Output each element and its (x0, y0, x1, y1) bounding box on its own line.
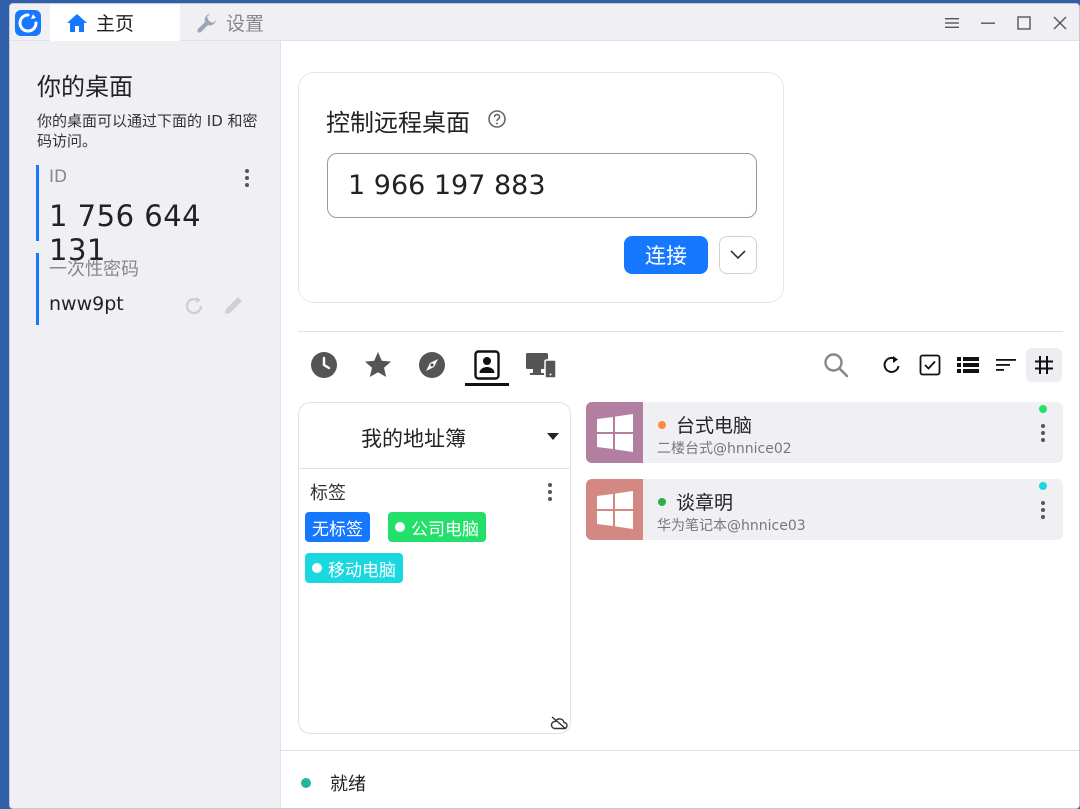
tab-settings-label: 设置 (226, 13, 265, 35)
peer-subtitle: 华为笔记本@hnnice03 (657, 518, 806, 534)
tag-label: 移动电脑 (328, 560, 396, 581)
address-book-icon (474, 350, 500, 380)
remote-id-input[interactable] (327, 153, 757, 218)
password-label: 一次性密码 (49, 259, 139, 280)
grid-hash-icon (1035, 356, 1053, 374)
peer-status-dot (658, 498, 666, 506)
close-icon (1053, 16, 1067, 30)
tag-dot (395, 522, 405, 532)
help-icon[interactable] (487, 109, 507, 129)
tag-dot (312, 563, 322, 573)
search-button[interactable] (818, 348, 854, 382)
checkbox-icon (919, 354, 941, 376)
caret-down-icon (547, 433, 559, 440)
list-view-icon (957, 357, 979, 373)
connect-title: 控制远程桌面 (326, 109, 470, 137)
tab-settings[interactable]: 设置 (180, 4, 290, 41)
connect-options-button[interactable] (719, 236, 757, 274)
tag-untagged[interactable]: 无标签 (305, 512, 370, 542)
menu-button[interactable] (938, 10, 966, 36)
cloud-off-icon (550, 716, 568, 730)
left-panel: 你的桌面 你的桌面可以通过下面的 ID 和密码访问。 ID 1 756 644 … (10, 41, 281, 808)
refresh-icon (883, 356, 900, 373)
tags-more-icon[interactable] (544, 481, 556, 503)
title-bar: 主页 设置 (10, 4, 1079, 41)
star-icon (365, 352, 391, 377)
peer-name: 台式电脑 (676, 415, 753, 437)
tab-home-label: 主页 (96, 13, 135, 35)
windows-icon (596, 490, 633, 529)
id-label: ID (49, 167, 68, 187)
tag-mobile-pc[interactable]: 移动电脑 (305, 553, 403, 583)
peer-more-icon[interactable] (1037, 499, 1049, 521)
address-book-panel: 我的地址簿 标签 无标签 公司电脑 移动电脑 (298, 402, 571, 734)
section-divider (298, 331, 1063, 332)
peer-subtitle: 二楼台式@hnnice02 (657, 441, 792, 457)
grid-view-button[interactable] (1026, 348, 1062, 382)
windows-icon (596, 413, 633, 452)
peer-name: 谈章明 (676, 492, 734, 514)
refresh-button[interactable] (874, 348, 910, 382)
tab-address-book[interactable] (469, 348, 505, 382)
tab-recent[interactable] (306, 348, 342, 382)
your-desktop-description: 你的桌面可以通过下面的 ID 和密码访问。 (37, 112, 258, 150)
sort-icon (996, 359, 1016, 371)
peer-thumbnail (586, 479, 643, 540)
id-block: ID 1 756 644 131 (36, 165, 266, 267)
peer-tag-dot (1039, 482, 1047, 490)
tag-label: 公司电脑 (411, 519, 479, 540)
tab-devices[interactable] (523, 348, 559, 382)
status-indicator-dot (301, 778, 311, 788)
password-value[interactable]: nww9pt (49, 293, 124, 315)
peer-card[interactable]: 台式电脑 二楼台式@hnnice02 (586, 402, 1063, 463)
connect-card: 控制远程桌面 连接 (298, 72, 784, 303)
status-text: 就绪 (330, 774, 366, 795)
search-icon (824, 353, 849, 378)
active-tab-indicator (465, 383, 509, 386)
compass-icon (419, 352, 445, 378)
wrench-icon (197, 13, 216, 33)
refresh-password-icon[interactable] (183, 295, 205, 317)
chevron-down-icon (730, 250, 746, 260)
tag-label: 无标签 (312, 519, 363, 540)
tags-label: 标签 (310, 483, 346, 504)
sort-button[interactable] (988, 348, 1024, 382)
app-logo-icon (15, 10, 41, 36)
status-bar: 就绪 (281, 750, 1079, 808)
tab-discovered[interactable] (414, 348, 450, 382)
peer-tag-dot (1039, 405, 1047, 413)
connect-button[interactable]: 连接 (624, 236, 708, 274)
maximize-button[interactable] (1010, 10, 1038, 36)
minimize-icon (981, 22, 995, 24)
peer-thumbnail (586, 402, 643, 463)
password-block: 一次性密码 nww9pt (36, 253, 266, 325)
list-view-button[interactable] (950, 348, 986, 382)
select-button[interactable] (912, 348, 948, 382)
your-desktop-title: 你的桌面 (37, 73, 133, 101)
menu-icon (945, 18, 959, 28)
tag-company-pc[interactable]: 公司电脑 (388, 512, 486, 542)
address-book-selector[interactable]: 我的地址簿 (299, 403, 570, 469)
peer-card[interactable]: 谈章明 华为笔记本@hnnice03 (586, 479, 1063, 540)
tab-home[interactable]: 主页 (50, 4, 180, 41)
minimize-button[interactable] (974, 10, 1002, 36)
close-button[interactable] (1046, 10, 1074, 36)
tab-favorites[interactable] (360, 348, 396, 382)
peer-more-icon[interactable] (1037, 422, 1049, 444)
peer-status-dot (658, 421, 666, 429)
clock-icon (311, 352, 337, 378)
app-window: 主页 设置 你的桌面 你的桌面可以通过下面的 ID 和密码访问。 ID 1 75… (9, 3, 1080, 809)
devices-icon (526, 353, 557, 379)
edit-password-icon[interactable] (222, 293, 246, 317)
maximize-icon (1017, 16, 1031, 30)
address-book-title: 我的地址簿 (361, 427, 466, 451)
id-more-icon[interactable] (241, 167, 253, 189)
home-icon (67, 13, 87, 32)
